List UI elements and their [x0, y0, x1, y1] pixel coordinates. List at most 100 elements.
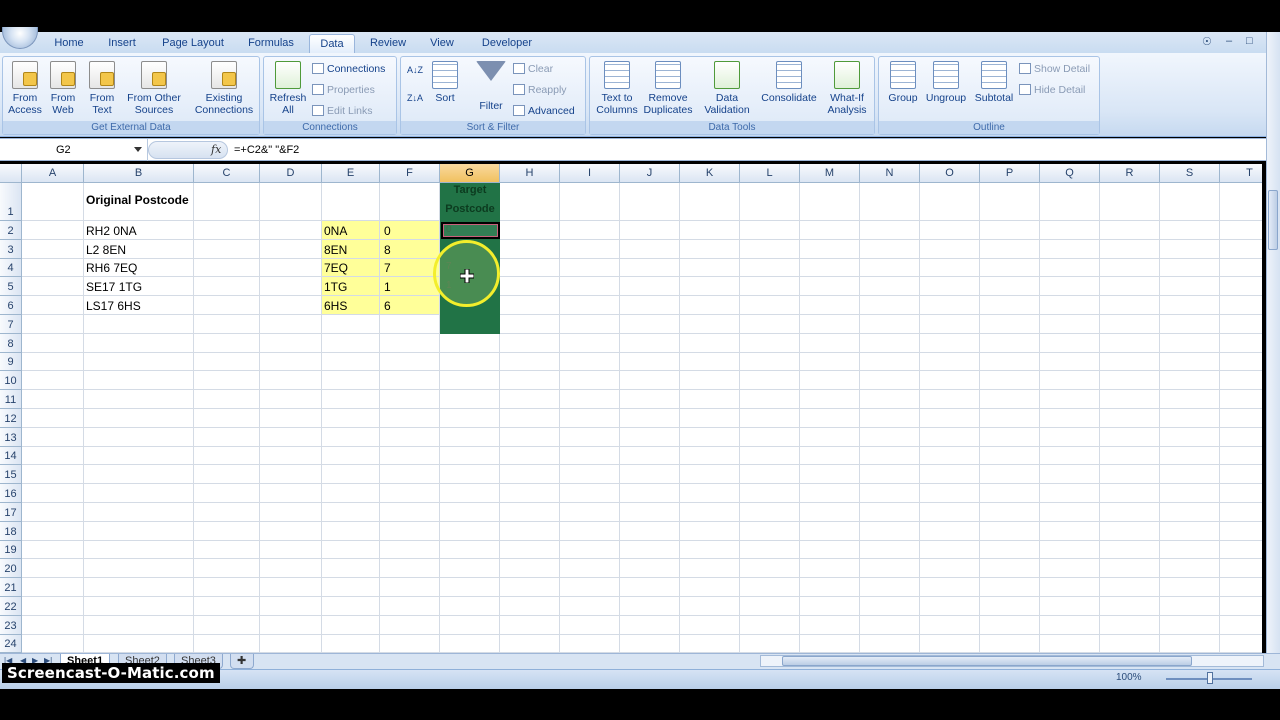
what-if-analysis-button[interactable]: What-If Analysis — [822, 61, 872, 116]
hide-detail-button[interactable]: Hide Detail — [1019, 84, 1085, 96]
name-box-dropdown-icon[interactable] — [134, 147, 142, 152]
cell-f3[interactable]: 8 — [382, 243, 391, 257]
column-header-h[interactable]: H — [500, 164, 560, 183]
column-header-s[interactable]: S — [1160, 164, 1220, 183]
tab-home[interactable]: Home — [46, 34, 92, 53]
tab-data[interactable]: Data — [309, 34, 355, 53]
cell-b2[interactable]: RH2 0NA — [84, 224, 137, 238]
row-header-20[interactable]: 20 — [0, 559, 22, 579]
row-header-10[interactable]: 10 — [0, 371, 22, 391]
cell-e4[interactable]: 7EQ — [322, 261, 348, 275]
restore-icon[interactable]: □ — [1246, 35, 1253, 47]
zoom-level[interactable]: 100% — [1116, 672, 1142, 683]
cell-g1-header-line2[interactable]: Postcode — [440, 203, 500, 215]
cell-g1-header-line1[interactable]: Target — [440, 184, 500, 196]
column-header-m[interactable]: M — [800, 164, 860, 183]
column-header-i[interactable]: I — [560, 164, 620, 183]
row-header-11[interactable]: 11 — [0, 390, 22, 409]
minimize-icon[interactable]: – — [1226, 35, 1232, 47]
cell-f6[interactable]: 6 — [382, 299, 391, 313]
column-header-f[interactable]: F — [380, 164, 440, 183]
from-web-button[interactable]: From Web — [45, 61, 81, 116]
group-button[interactable]: Group — [883, 61, 923, 104]
consolidate-button[interactable]: Consolidate — [756, 61, 822, 104]
row-header-2[interactable]: 2 — [0, 221, 22, 240]
row-header-4[interactable]: 4 — [0, 258, 22, 278]
row-header-24[interactable]: 24 — [0, 634, 22, 653]
fx-icon[interactable]: fx — [211, 143, 221, 156]
sort-az-icon[interactable]: A↓Z — [407, 65, 423, 75]
row-header-18[interactable]: 18 — [0, 521, 22, 541]
cell-g2[interactable]: 0 — [444, 224, 452, 235]
formula-input[interactable]: =+C2&" "&F2 — [234, 139, 299, 161]
ungroup-button[interactable]: Ungroup — [923, 61, 969, 104]
cell-f4[interactable]: 7 — [382, 261, 391, 275]
name-box[interactable]: G2 — [0, 139, 148, 161]
row-header-14[interactable]: 14 — [0, 446, 22, 466]
column-header-p[interactable]: P — [980, 164, 1040, 183]
from-access-button[interactable]: From Access — [5, 61, 45, 116]
cell-e6[interactable]: 6HS — [322, 299, 347, 313]
column-header-o[interactable]: O — [920, 164, 980, 183]
edit-links-button[interactable]: Edit Links — [312, 105, 373, 117]
column-header-k[interactable]: K — [680, 164, 740, 183]
vertical-scrollbar[interactable] — [1266, 32, 1280, 660]
tab-view[interactable]: View — [424, 34, 460, 53]
row-header-16[interactable]: 16 — [0, 484, 22, 503]
column-header-a[interactable]: A — [22, 164, 84, 183]
sort-button[interactable]: Sort — [429, 61, 461, 104]
tab-page-layout[interactable]: Page Layout — [156, 34, 230, 53]
remove-duplicates-button[interactable]: Remove Duplicates — [642, 61, 694, 116]
column-header-n[interactable]: N — [860, 164, 920, 183]
column-header-t[interactable]: T — [1220, 164, 1262, 183]
cell-b6[interactable]: LS17 6HS — [84, 299, 141, 313]
from-other-sources-button[interactable]: From Other Sources — [123, 61, 185, 116]
tab-review[interactable]: Review — [364, 34, 412, 53]
column-header-d[interactable]: D — [260, 164, 322, 183]
sort-za-icon[interactable]: Z↓A — [407, 93, 423, 103]
from-text-button[interactable]: From Text — [83, 61, 121, 116]
tab-insert[interactable]: Insert — [100, 34, 144, 53]
row-header-21[interactable]: 21 — [0, 578, 22, 597]
clear-button[interactable]: Clear — [513, 63, 553, 75]
filter-button[interactable]: Filter — [473, 61, 509, 112]
column-header-l[interactable]: L — [740, 164, 800, 183]
cell-e3[interactable]: 8EN — [322, 243, 347, 257]
text-to-columns-button[interactable]: Text to Columns — [594, 61, 640, 116]
row-header-1[interactable]: 1 — [0, 183, 22, 221]
reapply-button[interactable]: Reapply — [513, 84, 567, 96]
cell-e2[interactable]: 0NA — [322, 224, 347, 238]
existing-connections-button[interactable]: Existing Connections — [189, 61, 259, 116]
row-header-5[interactable]: 5 — [0, 277, 22, 297]
row-header-22[interactable]: 22 — [0, 597, 22, 616]
column-header-c[interactable]: C — [194, 164, 260, 183]
vertical-scroll-thumb[interactable] — [1268, 190, 1278, 250]
row-header-13[interactable]: 13 — [0, 427, 22, 447]
column-header-j[interactable]: J — [620, 164, 680, 183]
insert-sheet-icon[interactable]: ✚ — [230, 654, 254, 669]
row-header-6[interactable]: 6 — [0, 296, 22, 315]
tab-formulas[interactable]: Formulas — [240, 34, 302, 53]
column-header-q[interactable]: Q — [1040, 164, 1100, 183]
select-all-corner[interactable] — [0, 164, 22, 183]
data-validation-button[interactable]: Data Validation — [700, 61, 754, 116]
advanced-button[interactable]: Advanced — [513, 105, 575, 117]
row-header-23[interactable]: 23 — [0, 615, 22, 635]
column-header-r[interactable]: R — [1100, 164, 1160, 183]
column-header-g[interactable]: G — [440, 164, 500, 183]
horizontal-scroll-thumb[interactable] — [782, 656, 1192, 666]
column-header-e[interactable]: E — [322, 164, 380, 183]
cell-b4[interactable]: RH6 7EQ — [84, 261, 137, 275]
row-header-9[interactable]: 9 — [0, 352, 22, 372]
cell-e5[interactable]: 1TG — [322, 280, 347, 294]
row-header-3[interactable]: 3 — [0, 239, 22, 259]
row-header-7[interactable]: 7 — [0, 315, 22, 334]
row-header-12[interactable]: 12 — [0, 409, 22, 428]
cell-b1-header[interactable]: Original Postcode — [84, 193, 189, 207]
refresh-all-button[interactable]: Refresh All — [266, 61, 310, 116]
worksheet-grid[interactable]: A B C D E F G H I J K L M N O P Q R S T 1 2 3 4 5 6 7 8 9 10 11 12 13 14 1… — [0, 164, 1262, 653]
show-detail-button[interactable]: Show Detail — [1019, 63, 1090, 75]
column-header-b[interactable]: B — [84, 164, 194, 183]
cell-b5[interactable]: SE17 1TG — [84, 280, 142, 294]
cell-f5[interactable]: 1 — [382, 280, 391, 294]
